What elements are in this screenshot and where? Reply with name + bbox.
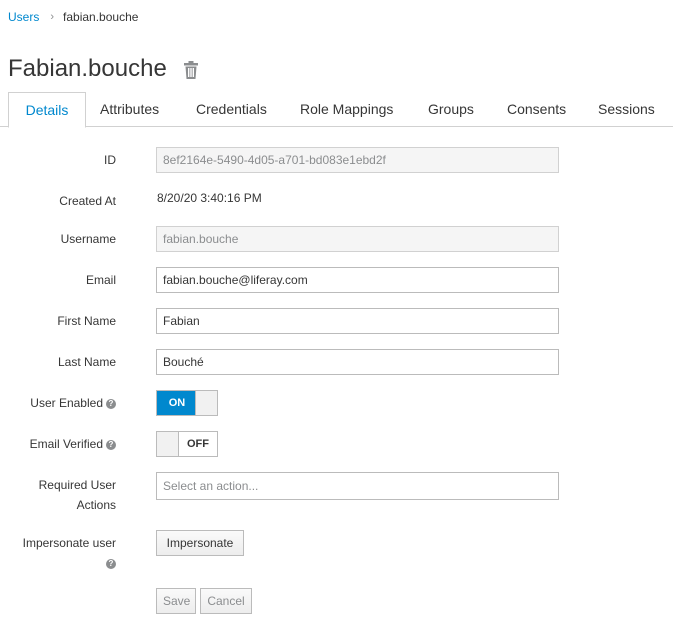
email-verified-toggle-state: OFF [187, 438, 209, 450]
save-button[interactable]: Save [156, 588, 196, 614]
toggle-knob [195, 391, 217, 415]
user-enabled-toggle-state: ON [157, 391, 197, 415]
question-circle-icon[interactable]: ? [106, 558, 116, 569]
breadcrumb: Users › fabian.bouche [8, 10, 138, 24]
user-enabled-toggle[interactable]: ON [156, 390, 218, 416]
first-name-field[interactable]: Fabian [156, 308, 559, 334]
created-at-label: Created At [59, 194, 116, 208]
tab-sessions[interactable]: Sessions [598, 92, 655, 127]
email-verified-toggle[interactable]: OFF [156, 431, 218, 457]
breadcrumb-users-link[interactable]: Users [8, 10, 39, 24]
tab-consents[interactable]: Consents [507, 92, 566, 127]
required-actions-select[interactable]: Select an action... [156, 472, 559, 500]
email-label: Email [85, 273, 116, 287]
username-field[interactable]: fabian.bouche [156, 226, 559, 252]
page-title: Fabian.bouche [8, 55, 167, 82]
required-actions-label: Required User Actions [39, 475, 116, 515]
cancel-button[interactable]: Cancel [200, 588, 252, 614]
question-circle-icon[interactable]: ? [106, 439, 116, 450]
tab-bar: Details Attributes Credentials Role Mapp… [0, 92, 673, 128]
trash-icon[interactable] [182, 60, 200, 80]
tab-details[interactable]: Details [8, 92, 86, 128]
last-name-label: Last Name [57, 355, 116, 369]
id-label: ID [104, 153, 116, 167]
tab-credentials[interactable]: Credentials [196, 92, 267, 127]
tab-attributes[interactable]: Attributes [100, 92, 159, 127]
toggle-knob [157, 432, 179, 456]
email-verified-label-text: Email Verified [29, 437, 103, 451]
last-name-field[interactable]: Bouché [156, 349, 559, 375]
impersonate-button[interactable]: Impersonate [156, 530, 244, 556]
required-actions-label-line1: Required User [38, 478, 116, 492]
created-at-value: 8/20/20 3:40:16 PM [157, 191, 262, 205]
impersonate-label: Impersonate user ? [23, 533, 116, 573]
email-field[interactable]: fabian.bouche@liferay.com [156, 267, 559, 293]
email-verified-label: Email Verified? [30, 437, 116, 451]
username-label: Username [60, 232, 116, 246]
question-circle-icon[interactable]: ? [106, 398, 116, 409]
impersonate-label-text: Impersonate user [22, 536, 116, 550]
id-field[interactable]: 8ef2164e-5490-4d05-a701-bd083e1ebd2f [156, 147, 559, 173]
user-enabled-label-text: User Enabled [30, 396, 103, 410]
user-enabled-label: User Enabled? [30, 396, 116, 410]
tab-role-mappings[interactable]: Role Mappings [300, 92, 393, 127]
breadcrumb-current: fabian.bouche [63, 10, 139, 24]
required-actions-label-line2: Actions [76, 498, 116, 512]
first-name-label: First Name [57, 314, 116, 328]
tab-groups[interactable]: Groups [428, 92, 474, 127]
breadcrumb-separator: › [50, 11, 55, 23]
